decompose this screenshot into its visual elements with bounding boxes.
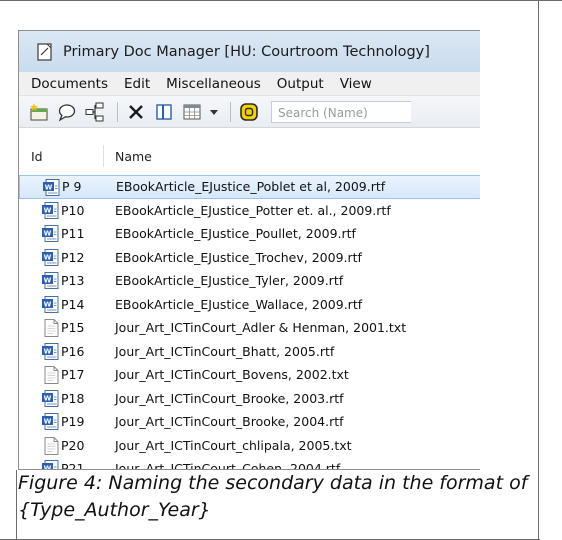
table-row[interactable]: W P19 Jour_Art_ICTinCourt_Brooke, 2004.rtf	[19, 410, 480, 434]
toolbar-separator	[230, 101, 231, 122]
list-header: Id Name	[19, 141, 480, 171]
svg-text:W: W	[44, 206, 52, 214]
word-document-icon: W	[42, 178, 62, 198]
word-document-icon: W	[41, 271, 61, 291]
caption-left-border	[16, 470, 17, 540]
row-id: P13	[61, 273, 85, 289]
table-row[interactable]: W P21 Jour_Art_ICTinCourt_Cohen, 2004.rtf	[19, 457, 480, 470]
word-document-icon: W	[41, 342, 61, 362]
table-view-icon[interactable]	[180, 100, 204, 124]
toolbar	[19, 96, 480, 128]
menu-view[interactable]: View	[334, 76, 378, 92]
table-row[interactable]: W P16 Jour_Art_ICTinCourt_Bhatt, 2005.rtf	[19, 340, 480, 364]
word-document-icon: W	[41, 459, 61, 469]
svg-text:W: W	[44, 276, 52, 284]
row-name: Jour_Art_ICTinCourt_Bovens, 2002.txt	[115, 367, 349, 383]
table-row[interactable]: P17 Jour_Art_ICTinCourt_Bovens, 2002.txt	[19, 363, 480, 387]
word-document-icon: W	[41, 248, 61, 268]
figure-caption: Figure 4: Naming the secondary data in t…	[18, 472, 528, 521]
menu-documents[interactable]: Documents	[25, 76, 114, 92]
document-manager-icon	[35, 42, 55, 62]
table-row[interactable]: W P11 EBookArticle_EJustice_Poullet, 2009.…	[19, 222, 480, 246]
row-id: P10	[61, 202, 85, 218]
primary-doc-manager-window: Primary Doc Manager [HU: Courtroom Techn…	[18, 30, 480, 470]
svg-text:W: W	[44, 417, 52, 425]
row-name: Jour_Art_ICTinCourt_chlipala, 2005.txt	[115, 437, 352, 453]
row-id: P15	[61, 320, 85, 336]
row-name: EBookArticle_EJustice_Poullet, 2009.rtf	[115, 226, 356, 242]
row-id: P17	[61, 367, 85, 383]
toolbar-separator	[117, 101, 118, 122]
row-name: Jour_Art_ICTinCourt_Bhatt, 2005.rtf	[115, 343, 335, 359]
row-id: P 9	[62, 179, 82, 195]
delete-icon[interactable]	[124, 100, 148, 124]
text-document-icon	[41, 318, 61, 338]
table-row[interactable]: W P18 Jour_Art_ICTinCourt_Brooke, 2003.rtf	[19, 387, 480, 411]
family-icon[interactable]	[237, 100, 261, 124]
word-document-icon: W	[41, 389, 61, 409]
table-row[interactable]: W P14 EBookArticle_EJustice_Wallace, 2009.…	[19, 293, 480, 317]
svg-text:W: W	[44, 253, 52, 261]
word-document-icon: W	[41, 295, 61, 315]
svg-text:W: W	[44, 394, 52, 402]
dropdown-arrow-icon[interactable]	[208, 100, 220, 124]
row-name: EBookArticle_EJustice_Tyler, 2009.rtf	[115, 273, 344, 289]
word-document-icon: W	[41, 201, 61, 221]
document-list: W P 9 EBookArticle_EJustice_Poblet et al, …	[19, 175, 480, 470]
window-title: Primary Doc Manager [HU: Courtroom Techn…	[63, 43, 430, 60]
table-row[interactable]: P15 Jour_Art_ICTinCourt_Adler & Henman, 2…	[19, 316, 480, 340]
menu-miscellaneous[interactable]: Miscellaneous	[160, 76, 267, 92]
row-name: Jour_Art_ICTinCourt_Adler & Henman, 2001…	[115, 320, 407, 336]
row-name: EBookArticle_EJustice_Potter et. al., 20…	[115, 202, 391, 218]
text-document-icon	[41, 365, 61, 385]
row-id: P11	[61, 226, 85, 242]
table-row[interactable]: P20 Jour_Art_ICTinCourt_chlipala, 2005.tx…	[19, 434, 480, 458]
page-right-border	[538, 0, 539, 540]
network-icon[interactable]	[83, 100, 107, 124]
comment-icon[interactable]	[55, 100, 79, 124]
row-id: P20	[61, 437, 85, 453]
panel-icon[interactable]	[152, 100, 176, 124]
new-document-icon[interactable]	[27, 100, 51, 124]
row-id: P16	[61, 343, 85, 359]
title-bar[interactable]: Primary Doc Manager [HU: Courtroom Techn…	[19, 31, 480, 72]
table-row[interactable]: W P13 EBookArticle_EJustice_Tyler, 2009.rt…	[19, 269, 480, 293]
row-id: P14	[61, 296, 85, 312]
svg-text:W: W	[45, 183, 53, 191]
svg-text:W: W	[44, 347, 52, 355]
row-name: EBookArticle_EJustice_Trochev, 2009.rtf	[115, 249, 362, 265]
row-id: P19	[61, 414, 85, 430]
row-id: P18	[61, 390, 85, 406]
row-name: Jour_Art_ICTinCourt_Cohen, 2004.rtf	[115, 461, 341, 470]
row-name: Jour_Art_ICTinCourt_Brooke, 2003.rtf	[115, 390, 344, 406]
search-field[interactable]	[271, 100, 411, 123]
page-top-border	[0, 0, 562, 1]
table-row[interactable]: W P10 EBookArticle_EJustice_Potter et. al.…	[19, 199, 480, 223]
word-document-icon: W	[41, 224, 61, 244]
search-input[interactable]	[272, 102, 411, 123]
row-name: EBookArticle_EJustice_Wallace, 2009.rtf	[115, 296, 363, 312]
menu-edit[interactable]: Edit	[118, 76, 156, 92]
row-id: P12	[61, 249, 85, 265]
svg-text:W: W	[44, 300, 52, 308]
svg-text:W: W	[44, 229, 52, 237]
table-row[interactable]: W P 9 EBookArticle_EJustice_Poblet et al, …	[19, 175, 480, 199]
menu-bar: Documents Edit Miscellaneous Output View	[19, 72, 480, 96]
word-document-icon: W	[41, 412, 61, 432]
row-name: EBookArticle_EJustice_Poblet et al, 2009…	[116, 179, 386, 195]
menu-output[interactable]: Output	[271, 76, 330, 92]
row-id: P21	[61, 461, 85, 470]
table-row[interactable]: W P12 EBookArticle_EJustice_Trochev, 2009.…	[19, 246, 480, 270]
row-name: Jour_Art_ICTinCourt_Brooke, 2004.rtf	[115, 414, 344, 430]
column-separator[interactable]	[103, 145, 104, 167]
column-header-name[interactable]: Name	[115, 149, 152, 164]
text-document-icon	[41, 436, 61, 456]
column-header-id[interactable]: Id	[31, 149, 43, 164]
